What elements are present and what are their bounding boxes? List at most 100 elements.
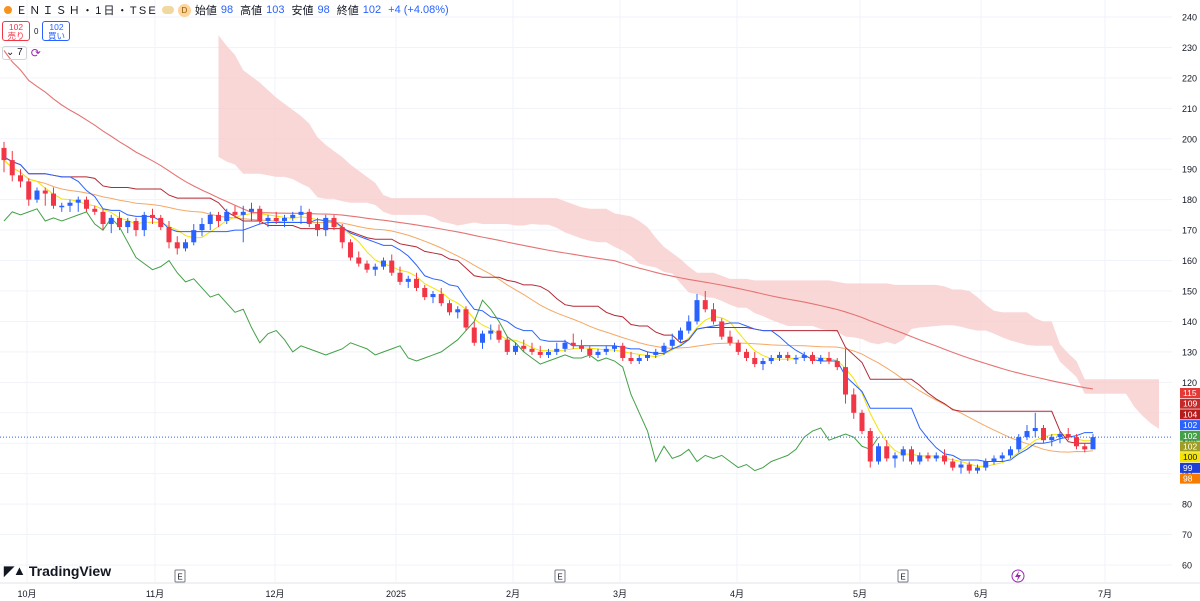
- tradingview-logo[interactable]: ◤▲ TradingView: [4, 563, 111, 579]
- candle[interactable]: [859, 409, 865, 435]
- candle[interactable]: [158, 214, 164, 231]
- symbol-title[interactable]: ＥＮＩＳＨ・1日・TSE: [16, 2, 158, 18]
- candle[interactable]: [760, 357, 766, 371]
- candle[interactable]: [711, 303, 716, 325]
- candle[interactable]: [389, 254, 395, 276]
- price-chart[interactable]: 6070809010011012013014015016017018019020…: [0, 0, 1200, 601]
- candle[interactable]: [867, 428, 873, 468]
- candle[interactable]: [372, 263, 378, 276]
- candle[interactable]: [933, 452, 939, 462]
- candle[interactable]: [430, 291, 436, 304]
- indicator-count-box[interactable]: ⌄ 7: [2, 46, 27, 60]
- candle[interactable]: [463, 306, 469, 331]
- candle[interactable]: [744, 348, 749, 362]
- candle[interactable]: [1090, 434, 1096, 450]
- candle[interactable]: [810, 351, 815, 365]
- candle[interactable]: [9, 150, 15, 182]
- candle[interactable]: [356, 251, 362, 267]
- candle[interactable]: [199, 217, 205, 237]
- candle[interactable]: [1, 141, 7, 173]
- earnings-marker[interactable]: E: [897, 569, 909, 583]
- candle[interactable]: [480, 330, 485, 349]
- candle[interactable]: [232, 205, 238, 218]
- candle[interactable]: [75, 196, 81, 212]
- candle[interactable]: [496, 324, 502, 343]
- sell-button[interactable]: 102 売り: [2, 21, 30, 41]
- candle[interactable]: [117, 211, 122, 231]
- candle[interactable]: [34, 187, 40, 203]
- timeframe-badge[interactable]: D: [177, 3, 191, 17]
- candle[interactable]: [51, 187, 56, 209]
- candle[interactable]: [183, 239, 188, 252]
- candle[interactable]: [306, 208, 312, 228]
- candle[interactable]: [793, 354, 799, 365]
- candle[interactable]: [876, 443, 881, 465]
- candle[interactable]: [900, 446, 906, 462]
- candle[interactable]: [455, 306, 461, 319]
- candle[interactable]: [909, 446, 914, 465]
- candle[interactable]: [851, 388, 857, 419]
- candle[interactable]: [1065, 428, 1071, 441]
- candle[interactable]: [488, 324, 494, 340]
- candle[interactable]: [348, 239, 353, 261]
- candle[interactable]: [174, 236, 180, 255]
- candle[interactable]: [925, 452, 931, 462]
- candle[interactable]: [84, 196, 89, 212]
- candle[interactable]: [999, 452, 1005, 462]
- candle[interactable]: [694, 294, 700, 325]
- indicator-toggle[interactable]: ⌄ 7 ⟳: [2, 46, 41, 60]
- earnings-marker[interactable]: E: [174, 569, 186, 583]
- candle[interactable]: [18, 169, 23, 188]
- time-axis[interactable]: 10月 11月 12月 2025 2月 3月 4月 5月 6月 7月: [17, 589, 1112, 599]
- candle[interactable]: [537, 345, 543, 358]
- candle[interactable]: [133, 217, 139, 237]
- candle[interactable]: [1032, 412, 1038, 438]
- candle[interactable]: [1049, 434, 1055, 447]
- candle[interactable]: [942, 449, 947, 465]
- candle[interactable]: [315, 217, 320, 237]
- candle[interactable]: [752, 351, 758, 368]
- candle[interactable]: [983, 458, 989, 471]
- candle[interactable]: [1024, 424, 1030, 441]
- candle[interactable]: [991, 455, 997, 465]
- candle[interactable]: [801, 351, 807, 362]
- candle[interactable]: [620, 342, 626, 362]
- candle[interactable]: [447, 300, 452, 316]
- candle[interactable]: [669, 333, 675, 349]
- buy-button[interactable]: 102 買い: [42, 21, 71, 41]
- candle[interactable]: [59, 202, 65, 212]
- candle[interactable]: [843, 348, 848, 404]
- candle[interactable]: [603, 345, 609, 355]
- candle[interactable]: [686, 315, 692, 334]
- candle[interactable]: [405, 275, 411, 288]
- candle[interactable]: [331, 214, 337, 231]
- candle[interactable]: [42, 187, 48, 206]
- candle[interactable]: [579, 339, 584, 352]
- candle[interactable]: [917, 452, 923, 465]
- candle[interactable]: [554, 342, 560, 355]
- eye-icon[interactable]: [161, 6, 174, 14]
- candle[interactable]: [67, 199, 73, 212]
- earnings-marker[interactable]: E: [554, 569, 566, 583]
- candle[interactable]: [595, 348, 601, 358]
- candle[interactable]: [892, 452, 898, 468]
- lightning-icon[interactable]: [1011, 569, 1025, 583]
- candle[interactable]: [1041, 424, 1046, 444]
- candle[interactable]: [645, 351, 650, 362]
- candle[interactable]: [339, 224, 345, 249]
- candle[interactable]: [298, 205, 304, 225]
- candle[interactable]: [240, 205, 246, 243]
- candle[interactable]: [570, 333, 576, 349]
- candle[interactable]: [826, 351, 832, 365]
- candle[interactable]: [381, 257, 386, 270]
- candle[interactable]: [768, 354, 774, 365]
- candle[interactable]: [529, 342, 535, 355]
- candle[interactable]: [323, 214, 329, 237]
- price-axis[interactable]: 6070809010011012013014015016017018019020…: [1182, 13, 1197, 571]
- refresh-icon[interactable]: ⟳: [31, 46, 41, 60]
- candle[interactable]: [141, 211, 147, 237]
- candle[interactable]: [818, 354, 824, 365]
- candle[interactable]: [249, 202, 254, 221]
- candle[interactable]: [364, 260, 370, 273]
- candle[interactable]: [471, 321, 477, 346]
